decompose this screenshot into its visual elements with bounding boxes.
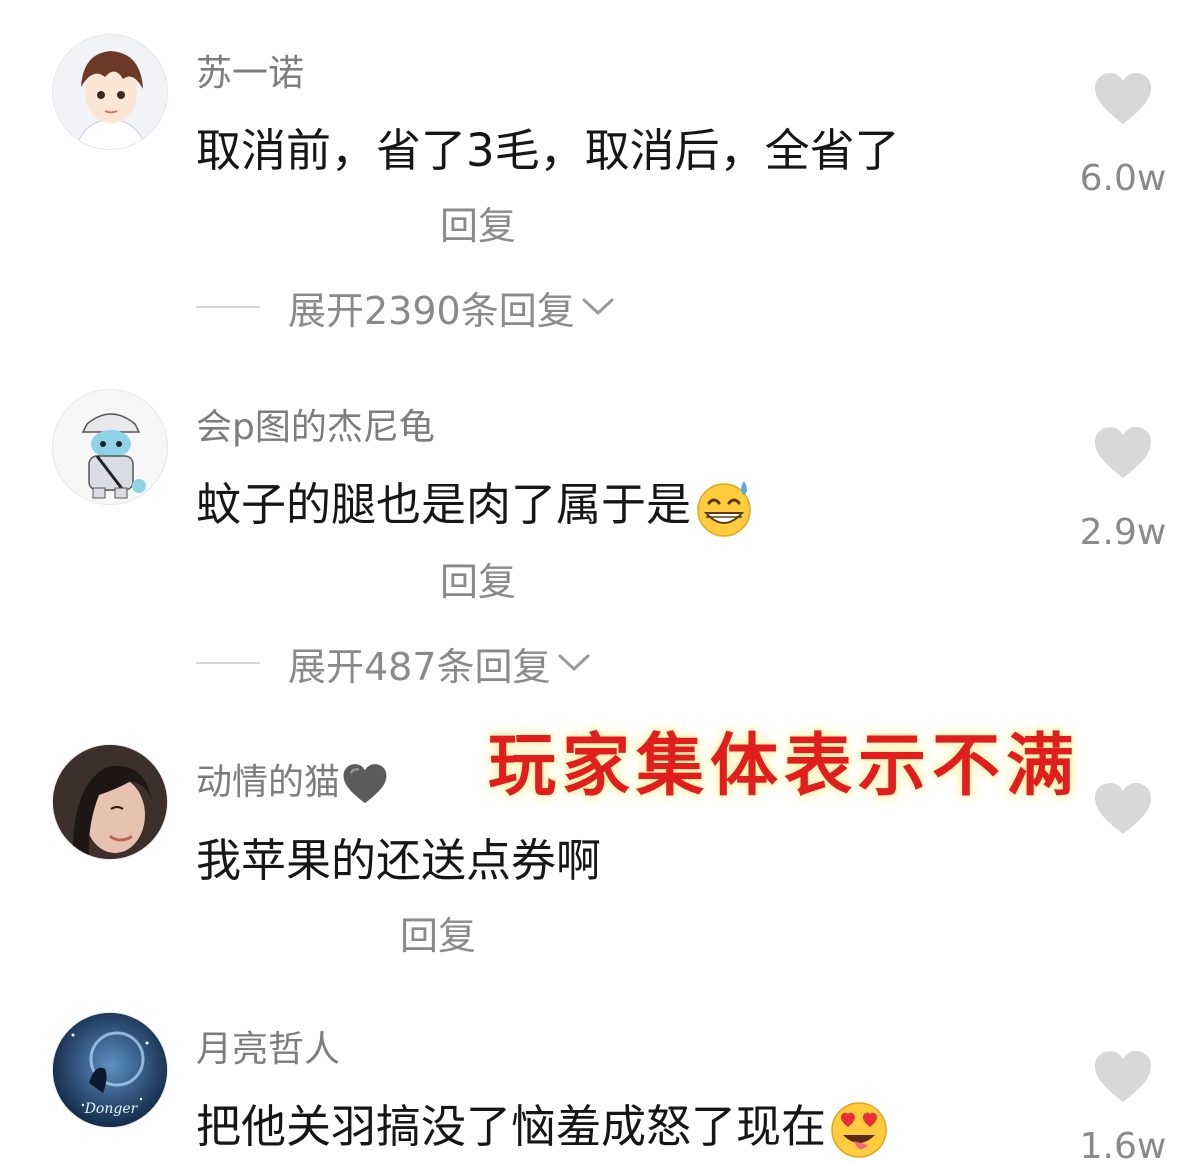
heart-icon xyxy=(1095,783,1151,834)
like-button[interactable]: 6.0w xyxy=(1078,72,1168,199)
expand-divider xyxy=(196,662,260,664)
expand-divider xyxy=(196,306,260,308)
like-button[interactable]: 1.6w xyxy=(1078,1050,1168,1164)
comment-text: 把他关羽搞没了恼羞成怒了现在 xyxy=(196,1090,890,1161)
username[interactable]: 动情的猫 xyxy=(196,753,388,805)
like-count: 1.6w xyxy=(1079,1126,1167,1164)
like-button[interactable]: 2.9w xyxy=(1078,426,1168,553)
like-count: 6.0w xyxy=(1079,158,1167,199)
reply-button[interactable]: 回复 xyxy=(440,195,516,250)
heart-eyes-tongue-emoji xyxy=(831,1102,887,1158)
grey-heart-icon xyxy=(343,764,387,804)
avatar[interactable] xyxy=(52,744,168,860)
heart-icon xyxy=(1095,1051,1151,1102)
comment-text-body: 蚊子的腿也是肉了属于是 xyxy=(196,478,692,531)
chevron-down-icon xyxy=(558,654,590,671)
overlay-caption: 玩家集体表示不满 xyxy=(488,726,1081,806)
comment-text: 蚊子的腿也是肉了属于是 xyxy=(196,468,755,539)
like-button[interactable] xyxy=(1078,782,1168,836)
grinning-sweat-emoji xyxy=(697,481,751,537)
expand-replies-label: 展开487条回复 xyxy=(288,644,551,689)
expand-replies[interactable]: 展开487条回复 xyxy=(196,638,591,689)
avatar-image: Donger xyxy=(53,1013,167,1127)
expand-replies[interactable]: 展开2390条回复 xyxy=(196,282,615,333)
reply-button[interactable]: 回复 xyxy=(400,905,476,960)
avatar-image xyxy=(53,390,167,504)
like-count: 2.9w xyxy=(1079,512,1167,553)
chevron-down-icon xyxy=(582,298,614,315)
comment-text: 我苹果的还送点券啊 xyxy=(196,834,602,887)
heart-icon xyxy=(1095,427,1151,478)
reply-button[interactable]: 回复 xyxy=(440,551,516,606)
avatar-image xyxy=(53,35,167,149)
avatar-image xyxy=(53,745,167,859)
username[interactable]: 月亮哲人 xyxy=(196,1020,340,1072)
avatar[interactable] xyxy=(52,389,168,505)
username-text: 动情的猫 xyxy=(196,762,341,803)
avatar-signature: Donger xyxy=(84,1101,139,1117)
comment-text-body: 把他关羽搞没了恼羞成怒了现在 xyxy=(196,1100,827,1153)
avatar[interactable] xyxy=(52,34,168,150)
username[interactable]: 苏一诺 xyxy=(196,44,304,96)
username[interactable]: 会p图的杰尼龟 xyxy=(196,398,435,450)
heart-icon xyxy=(1095,73,1151,124)
expand-replies-label: 展开2390条回复 xyxy=(288,288,575,333)
comment-text: 取消前，省了3毛，取消后，全省了 xyxy=(196,124,900,177)
avatar[interactable]: Donger xyxy=(52,1012,168,1128)
